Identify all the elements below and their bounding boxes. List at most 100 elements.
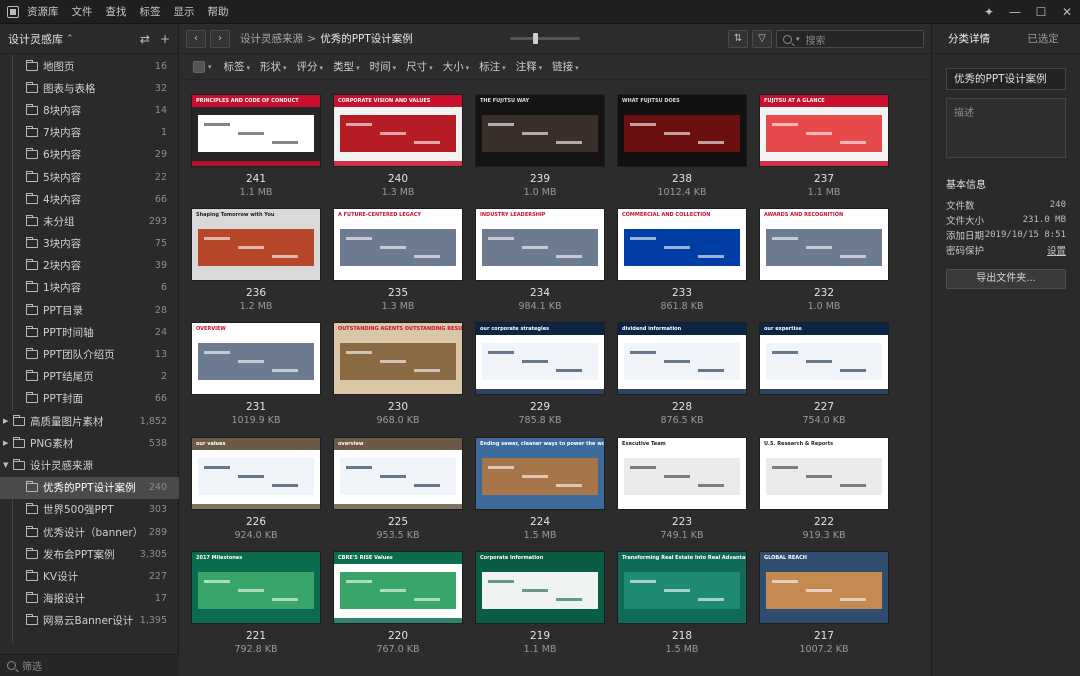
folder-name-field[interactable]: 优秀的PPT设计案例 — [946, 68, 1066, 90]
thumbnail-card[interactable]: CBRE'S RISE Values 220 767.0 KB — [327, 551, 469, 655]
thumbnail-card[interactable]: our corporate strategies 229 785.8 KB — [469, 322, 611, 426]
slide-thumbnail[interactable]: CBRE'S RISE Values — [333, 551, 463, 624]
thumbnail-card[interactable]: our values 226 924.0 KB — [185, 437, 327, 541]
tab-selected[interactable]: 已选定 — [1006, 31, 1080, 46]
filter-dropdown[interactable]: 评分 ▾ — [297, 59, 324, 74]
sidebar-folder-item[interactable]: 3块内容 75 — [0, 233, 179, 255]
thumbnail-card[interactable]: CORPORATE VISION AND VALUES 240 1.3 MB — [327, 94, 469, 198]
slide-thumbnail[interactable]: PRINCIPLES AND CODE OF CONDUCT — [191, 94, 321, 167]
forward-button[interactable]: › — [210, 29, 230, 48]
slide-thumbnail[interactable]: COMMERCIAL AND COLLECTION — [617, 208, 747, 281]
sidebar-folder-item[interactable]: 地图页 16 — [0, 55, 179, 77]
sidebar-folder-item[interactable]: PPT封面 66 — [0, 388, 179, 410]
minimize-button[interactable]: — — [1002, 5, 1028, 19]
filter-dropdown[interactable]: 链接 ▾ — [552, 59, 579, 74]
slide-thumbnail[interactable]: overview — [333, 437, 463, 510]
sidebar-folder-item[interactable]: 世界500强PPT 303 — [0, 499, 179, 521]
slide-thumbnail[interactable]: Executive Team — [617, 437, 747, 510]
sidebar-folder-item[interactable]: 1块内容 6 — [0, 277, 179, 299]
sidebar-folder-item[interactable]: 优秀设计（banner） 289 — [0, 521, 179, 543]
slide-thumbnail[interactable]: our values — [191, 437, 321, 510]
filter-dropdown[interactable]: 尺寸 ▾ — [406, 59, 433, 74]
caret-right-icon[interactable]: ▶ — [3, 417, 13, 425]
thumbnail-card[interactable]: AWARDS AND RECOGNITION 232 1.0 MB — [753, 208, 895, 312]
chevron-down-icon[interactable]: ▾ — [796, 35, 800, 43]
sidebar-folder-item[interactable]: 图表与表格 32 — [0, 77, 179, 99]
slide-thumbnail[interactable]: OUTSTANDING AGENTS OUTSTANDING RESULTS — [333, 322, 463, 395]
filter-dropdown[interactable]: 类型 ▾ — [333, 59, 360, 74]
thumbnail-card[interactable]: overview 225 953.5 KB — [327, 437, 469, 541]
filter-funnel-icon[interactable]: ▽ — [752, 30, 772, 48]
add-folder-button[interactable]: + — [160, 32, 170, 46]
thumbnail-card[interactable]: GLOBAL REACH 217 1007.2 KB — [753, 551, 895, 655]
color-filter-swatch[interactable] — [193, 60, 205, 73]
slide-thumbnail[interactable]: INDUSTRY LEADERSHIP — [475, 208, 605, 281]
thumbnail-card[interactable]: FUJITSU AT A GLANCE 237 1.1 MB — [753, 94, 895, 198]
thumbnail-card[interactable]: INDUSTRY LEADERSHIP 234 984.1 KB — [469, 208, 611, 312]
sidebar-folder-item[interactable]: 优秀的PPT设计案例 240 — [0, 476, 179, 499]
sidebar-folder-item[interactable]: 网易云Banner设计 1,395 — [0, 610, 179, 632]
maximize-button[interactable]: ☐ — [1028, 5, 1054, 19]
sidebar-folder-item[interactable]: PPT结尾页 2 — [0, 366, 179, 388]
zoom-slider-thumb[interactable] — [532, 33, 538, 44]
menu-find[interactable]: 查找 — [106, 4, 127, 19]
filter-dropdown[interactable]: 标注 ▾ — [479, 59, 506, 74]
pin-icon[interactable]: ✦ — [976, 5, 1002, 19]
menu-help[interactable]: 帮助 — [208, 4, 229, 19]
slide-thumbnail[interactable]: Shaping Tomorrow with You — [191, 208, 321, 281]
sidebar-folder-item[interactable]: PPT时间轴 24 — [0, 321, 179, 343]
thumbnail-card[interactable]: COMMERCIAL AND COLLECTION 233 861.8 KB — [611, 208, 753, 312]
filter-dropdown[interactable]: 大小 ▾ — [443, 59, 470, 74]
thumbnail-card[interactable]: Transforming Real Estate Into Real Advan… — [611, 551, 753, 655]
sidebar-folder-item[interactable]: ▶ 高质量图片素材 1,852 — [0, 410, 179, 432]
description-field[interactable]: 描述 — [946, 98, 1066, 158]
caret-down-icon[interactable]: ▼ — [3, 461, 13, 469]
thumbnail-card[interactable]: Executive Team 223 749.1 KB — [611, 437, 753, 541]
sidebar-folder-item[interactable]: 未分组 293 — [0, 210, 179, 232]
sidebar-folder-item[interactable]: 8块内容 14 — [0, 99, 179, 121]
close-button[interactable]: ✕ — [1054, 5, 1080, 19]
sidebar-folder-item[interactable]: ▶ PNG素材 538 — [0, 432, 179, 454]
slide-thumbnail[interactable]: GLOBAL REACH — [759, 551, 889, 624]
chevron-updown-icon[interactable]: ⌃ — [66, 34, 74, 44]
thumbnail-card[interactable]: 2017 Milestones 221 792.8 KB — [185, 551, 327, 655]
zoom-slider[interactable] — [510, 33, 580, 44]
tab-category-details[interactable]: 分类详情 — [932, 31, 1006, 46]
sort-button[interactable]: ⇅ — [728, 30, 748, 48]
menu-tags[interactable]: 标签 — [140, 4, 161, 19]
slide-thumbnail[interactable]: THE FUJITSU WAY — [475, 94, 605, 167]
slide-thumbnail[interactable]: OVERVIEW — [191, 322, 321, 395]
slide-thumbnail[interactable]: U.S. Research & Reports — [759, 437, 889, 510]
sidebar-folder-item[interactable]: 4块内容 66 — [0, 188, 179, 210]
caret-right-icon[interactable]: ▶ — [3, 439, 13, 447]
breadcrumb-parent[interactable]: 设计灵感来源 — [240, 31, 303, 46]
slide-thumbnail[interactable]: CORPORATE VISION AND VALUES — [333, 94, 463, 167]
slide-thumbnail[interactable]: FUJITSU AT A GLANCE — [759, 94, 889, 167]
export-folder-button[interactable]: 导出文件夹... — [946, 269, 1066, 289]
thumbnail-card[interactable]: Corporate Information 219 1.1 MB — [469, 551, 611, 655]
sidebar-folder-item[interactable]: 海报设计 17 — [0, 588, 179, 610]
filter-dropdown[interactable]: 时间 ▾ — [370, 59, 397, 74]
thumbnail-card[interactable]: our expertise 227 754.0 KB — [753, 322, 895, 426]
slide-thumbnail[interactable]: our corporate strategies — [475, 322, 605, 395]
slide-thumbnail[interactable]: our expertise — [759, 322, 889, 395]
thumbnail-card[interactable]: Shaping Tomorrow with You 236 1.2 MB — [185, 208, 327, 312]
thumbnail-card[interactable]: OUTSTANDING AGENTS OUTSTANDING RESULTS 23… — [327, 322, 469, 426]
back-button[interactable]: ‹ — [186, 29, 206, 48]
slide-thumbnail[interactable]: Transforming Real Estate Into Real Advan… — [617, 551, 747, 624]
sidebar-folder-item[interactable]: KV设计 227 — [0, 565, 179, 587]
sort-icon[interactable]: ⇄ — [140, 32, 150, 46]
sidebar-filter[interactable]: 筛选 — [0, 654, 179, 676]
slide-thumbnail[interactable]: AWARDS AND RECOGNITION — [759, 208, 889, 281]
filter-dropdown[interactable]: 注释 ▾ — [516, 59, 543, 74]
sidebar-folder-item[interactable]: 2块内容 39 — [0, 255, 179, 277]
library-switcher[interactable]: 设计灵感库 — [8, 31, 63, 47]
slide-thumbnail[interactable]: WHAT FUJITSU DOES — [617, 94, 747, 167]
thumbnail-card[interactable]: U.S. Research & Reports 222 919.3 KB — [753, 437, 895, 541]
sidebar-folder-item[interactable]: PPT目录 28 — [0, 299, 179, 321]
slide-thumbnail[interactable]: A FUTURE-CENTERED LEGACY — [333, 208, 463, 281]
filter-dropdown[interactable]: 标签 ▾ — [224, 59, 251, 74]
sidebar-folder-item[interactable]: 发布会PPT案例 3,305 — [0, 543, 179, 565]
password-set-link[interactable]: 设置 — [1047, 243, 1066, 257]
chevron-down-icon[interactable]: ▾ — [208, 63, 212, 71]
